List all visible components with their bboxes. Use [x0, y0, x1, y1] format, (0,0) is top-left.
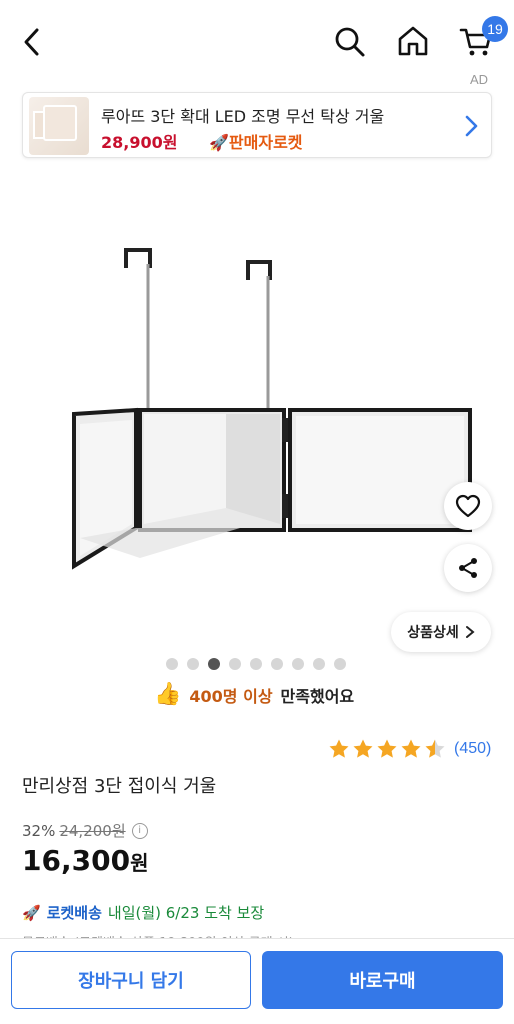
sale-price-value: 16,300	[22, 844, 131, 877]
rocket-icon: 🚀	[22, 903, 41, 922]
star-icon	[401, 739, 421, 758]
gallery-dot[interactable]	[166, 658, 178, 670]
gallery-dot[interactable]	[334, 658, 346, 670]
delivery-info: 🚀 로켓배송 내일(월) 6/23 도착 보장	[22, 902, 264, 923]
wishlist-button[interactable]	[444, 482, 492, 530]
top-bar: 19 AD	[0, 0, 514, 88]
thumbs-up-icon: 👍	[154, 682, 182, 707]
gallery-dot[interactable]	[292, 658, 304, 670]
discount-row: 32% 24,200원 i	[22, 820, 148, 841]
chevron-right-icon	[465, 115, 478, 137]
product-name: 만리상점 3단 접이식 거울	[22, 776, 217, 797]
bottom-action-bar: 장바구니 담기 바로구매	[0, 938, 514, 1024]
star-icon	[377, 739, 397, 758]
gallery-dot[interactable]	[229, 658, 241, 670]
ad-price: 28,900원	[101, 133, 178, 152]
cart-count-badge: 19	[482, 16, 508, 42]
ad-title: 루아뜨 3단 확대 LED 조명 무선 탁상 거울	[101, 107, 385, 126]
star-icon	[353, 739, 373, 758]
heart-icon	[455, 494, 481, 518]
product-detail-label: 상품상세	[407, 625, 459, 641]
info-icon[interactable]: i	[131, 822, 148, 839]
add-to-cart-button[interactable]: 장바구니 담기	[11, 951, 251, 1009]
gallery-dot[interactable]	[271, 658, 283, 670]
back-button[interactable]	[14, 24, 50, 60]
ad-label: AD	[470, 72, 489, 87]
buy-now-button[interactable]: 바로구매	[262, 951, 503, 1009]
ad-product-thumbnail	[29, 97, 89, 155]
original-price: 24,200원	[59, 822, 126, 840]
discount-rate: 32%	[22, 821, 56, 840]
satisfaction-count: 400명 이상	[189, 686, 273, 706]
satisfaction-text: 만족했어요	[280, 686, 355, 706]
star-icon	[329, 739, 349, 758]
chevron-left-icon	[24, 28, 39, 56]
search-icon	[335, 27, 365, 57]
star-icon	[425, 739, 445, 758]
sale-price: 16,300원	[22, 844, 148, 877]
rocket-delivery-label: 로켓배송	[46, 904, 102, 922]
search-button[interactable]	[332, 24, 368, 60]
gallery-dot[interactable]	[250, 658, 262, 670]
gallery-dot[interactable]	[208, 658, 220, 670]
home-button[interactable]	[394, 22, 432, 60]
ad-seller-badge: 🚀판매자로켓	[209, 129, 303, 153]
gallery-pagination[interactable]	[166, 658, 346, 670]
share-button[interactable]	[444, 544, 492, 592]
rating[interactable]: (450)	[328, 738, 491, 760]
satisfaction-badge: 👍 400명 이상 만족했어요	[154, 682, 354, 707]
home-icon	[398, 26, 428, 56]
product-mirror-illustration	[72, 248, 472, 570]
delivery-date: 내일(월) 6/23 도착 보장	[107, 904, 265, 922]
price-unit: 원	[130, 851, 149, 875]
star-rating	[328, 738, 446, 760]
ad-seller-label: 판매자로켓	[228, 133, 303, 152]
share-icon	[459, 558, 477, 578]
ad-banner[interactable]: 루아뜨 3단 확대 LED 조명 무선 탁상 거울 28,900원 🚀판매자로켓	[22, 92, 492, 158]
product-image[interactable]	[0, 168, 514, 648]
chevron-right-icon	[465, 626, 475, 638]
review-count[interactable]: (450)	[454, 740, 491, 758]
gallery-dot[interactable]	[187, 658, 199, 670]
rocket-icon: 🚀	[209, 133, 229, 152]
gallery-dot[interactable]	[313, 658, 325, 670]
product-detail-button[interactable]: 상품상세	[391, 612, 491, 652]
